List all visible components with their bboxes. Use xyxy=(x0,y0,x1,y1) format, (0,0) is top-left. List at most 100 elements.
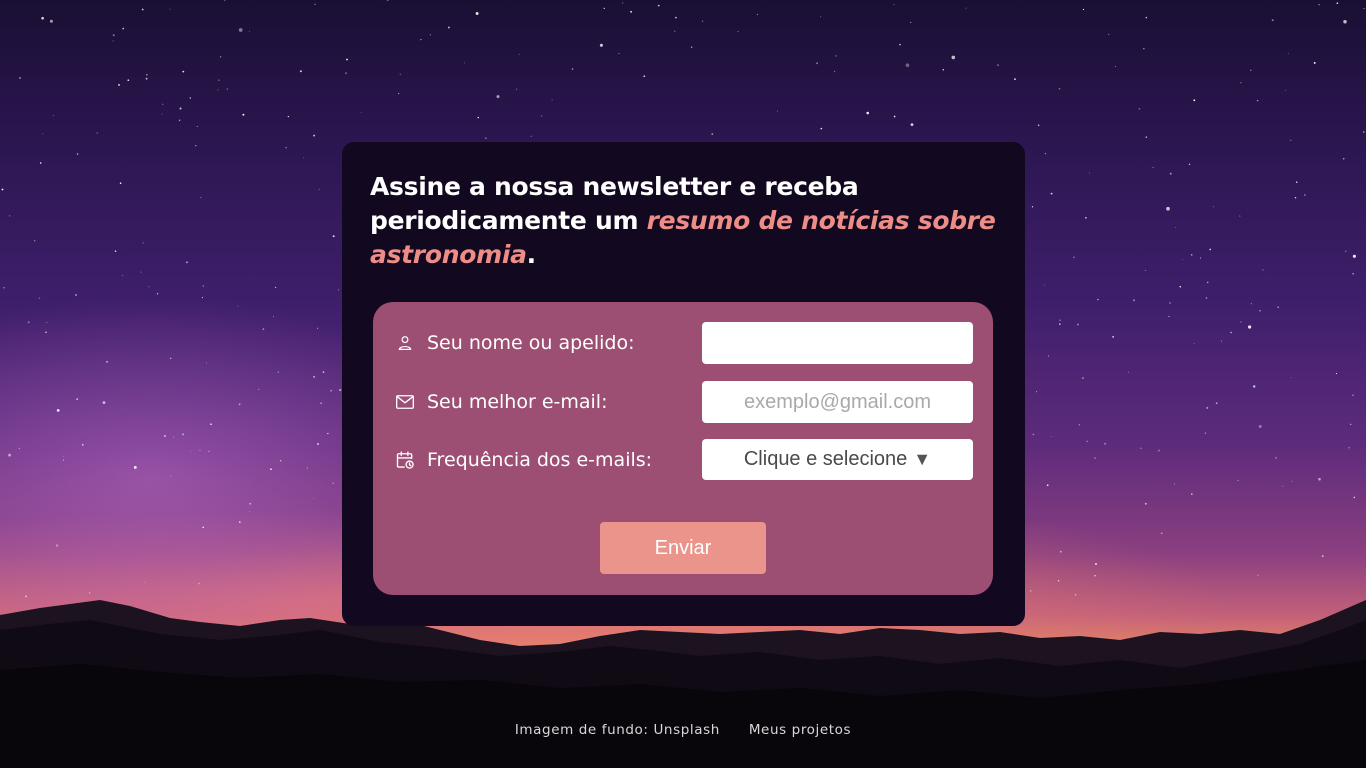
star xyxy=(820,16,822,18)
name-label: Seu nome ou apelido: xyxy=(395,322,634,364)
star xyxy=(1169,172,1172,175)
star xyxy=(1277,306,1280,309)
star xyxy=(420,38,422,41)
star xyxy=(756,13,759,16)
star xyxy=(182,433,185,436)
star xyxy=(1256,99,1259,102)
footer-link-background-credit[interactable]: Imagem de fundo: Unsplash xyxy=(515,722,720,738)
star xyxy=(866,111,869,115)
star xyxy=(942,69,944,71)
star xyxy=(1193,342,1195,344)
star xyxy=(237,305,239,307)
star xyxy=(3,286,5,289)
star xyxy=(127,79,130,82)
star xyxy=(1088,172,1090,174)
star xyxy=(1240,321,1242,323)
footer-link-projects[interactable]: Meus projetos xyxy=(749,722,851,738)
star xyxy=(1252,385,1256,388)
star xyxy=(1138,108,1141,110)
star xyxy=(1077,323,1079,326)
star xyxy=(106,360,109,363)
star xyxy=(1157,449,1160,452)
star xyxy=(313,375,316,378)
star xyxy=(161,113,163,115)
frequency-label: Frequência dos e-mails: xyxy=(395,439,652,481)
star xyxy=(186,261,188,264)
star xyxy=(1204,432,1207,434)
star xyxy=(463,62,465,64)
star xyxy=(18,448,20,449)
star xyxy=(162,103,164,106)
star xyxy=(1169,302,1171,304)
star xyxy=(1212,206,1214,208)
star xyxy=(398,93,400,95)
star xyxy=(1345,250,1347,252)
star xyxy=(1353,496,1356,499)
frequency-select[interactable]: Clique e selecione ▼ xyxy=(702,439,973,480)
star xyxy=(1188,163,1191,166)
star xyxy=(96,132,98,134)
star xyxy=(1275,457,1277,459)
star xyxy=(399,73,401,75)
star xyxy=(1073,256,1075,259)
star xyxy=(249,30,251,32)
star xyxy=(1037,124,1040,127)
star xyxy=(182,70,185,73)
star xyxy=(272,316,274,318)
star xyxy=(189,97,191,99)
star xyxy=(518,53,520,55)
star xyxy=(269,468,272,471)
star xyxy=(1313,61,1316,64)
star xyxy=(1262,269,1264,271)
star xyxy=(1179,285,1182,288)
star xyxy=(820,127,823,130)
star xyxy=(112,40,114,42)
star xyxy=(1168,316,1170,318)
star xyxy=(893,115,896,118)
star xyxy=(169,8,171,10)
star xyxy=(1294,196,1297,199)
star xyxy=(429,34,431,36)
star xyxy=(38,297,41,299)
star xyxy=(45,331,47,334)
star xyxy=(46,322,48,324)
submit-button[interactable]: Enviar xyxy=(600,522,766,574)
star xyxy=(299,70,302,73)
star xyxy=(1247,325,1252,329)
star xyxy=(76,153,79,155)
star xyxy=(630,10,633,13)
star xyxy=(1032,433,1035,436)
chevron-down-icon: ▼ xyxy=(913,449,932,469)
star xyxy=(274,286,277,289)
star xyxy=(173,436,175,438)
name-input[interactable] xyxy=(702,322,973,364)
star xyxy=(603,7,605,10)
star xyxy=(477,116,480,119)
star xyxy=(571,68,574,70)
star xyxy=(63,455,65,457)
star xyxy=(1287,53,1289,55)
star xyxy=(1145,16,1148,19)
star xyxy=(599,43,603,47)
star xyxy=(657,4,660,7)
star xyxy=(905,63,910,67)
frequency-select-value: Clique e selecione xyxy=(743,448,908,470)
star xyxy=(1190,493,1193,495)
star xyxy=(1215,402,1218,405)
star xyxy=(75,294,77,296)
email-input[interactable] xyxy=(702,381,973,423)
star xyxy=(1284,89,1287,92)
star xyxy=(1304,194,1306,196)
newsletter-form: Seu nome ou apelido: Seu melhor e-mail: … xyxy=(373,302,993,595)
star xyxy=(1166,206,1170,211)
star xyxy=(1086,440,1088,443)
star xyxy=(496,95,500,99)
star xyxy=(1190,254,1193,256)
star xyxy=(530,135,532,137)
star xyxy=(8,453,12,457)
star xyxy=(674,30,676,32)
star xyxy=(170,357,172,359)
star xyxy=(118,83,120,86)
star xyxy=(1290,377,1292,378)
star xyxy=(262,328,265,330)
